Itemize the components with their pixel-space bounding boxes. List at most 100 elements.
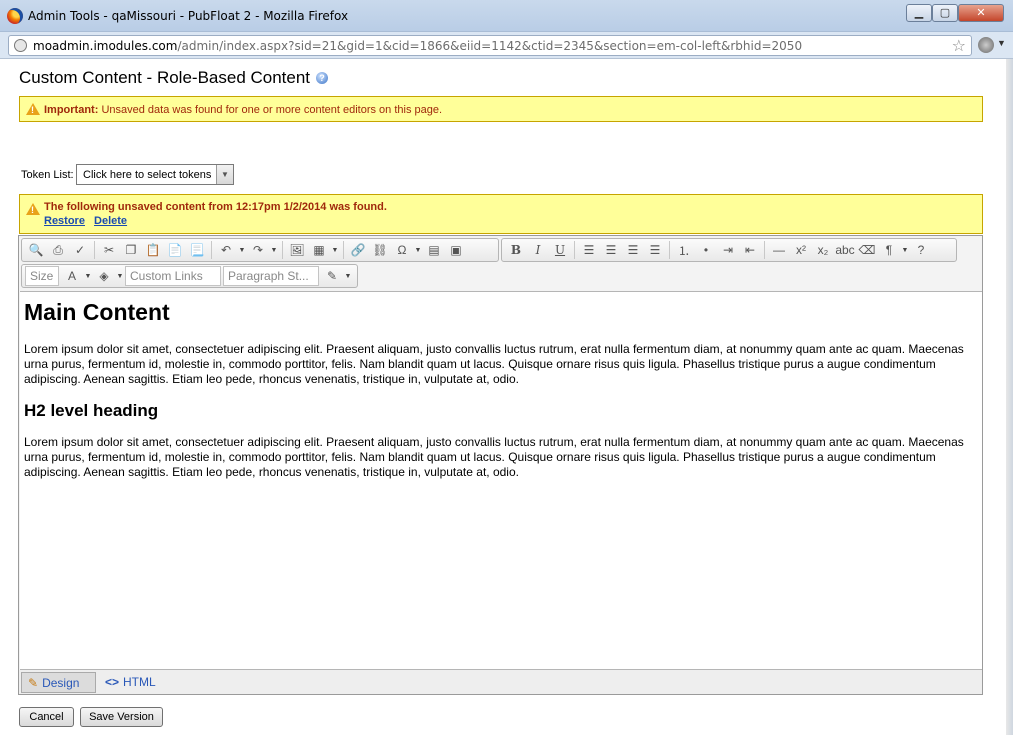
help-icon[interactable]: ? bbox=[316, 72, 329, 84]
warning-icon bbox=[26, 203, 40, 215]
copy-icon[interactable]: ❐ bbox=[120, 240, 142, 260]
chevron-down-icon[interactable]: ▼ bbox=[115, 266, 125, 286]
bulleted-list-icon[interactable]: • bbox=[695, 240, 717, 260]
restore-link[interactable]: Restore bbox=[44, 215, 85, 227]
superscript-icon[interactable]: x² bbox=[790, 240, 812, 260]
strikethrough-icon[interactable]: abc bbox=[834, 240, 856, 260]
paragraph-style-dropdown[interactable]: Paragraph St... bbox=[223, 266, 319, 286]
align-justify-icon[interactable]: ☰ bbox=[644, 240, 666, 260]
url-bar[interactable]: moadmin.imodules.com/admin/index.aspx?si… bbox=[8, 35, 972, 56]
warning-icon bbox=[26, 103, 40, 115]
toolbar-separator bbox=[574, 241, 575, 259]
restore-content-alert: The following unsaved content from 12:17… bbox=[19, 194, 983, 234]
omega-icon[interactable]: Ω bbox=[391, 240, 413, 260]
align-right-icon[interactable]: ☰ bbox=[622, 240, 644, 260]
toolbar-separator bbox=[282, 241, 283, 259]
site-identity-icon[interactable] bbox=[14, 39, 27, 52]
alert-prefix: Important: bbox=[44, 104, 99, 116]
align-left-icon[interactable]: ☰ bbox=[578, 240, 600, 260]
restore-links: Restore Delete bbox=[44, 215, 133, 227]
chevron-down-icon[interactable]: ▼ bbox=[330, 240, 340, 260]
bold-button[interactable]: B bbox=[505, 240, 527, 260]
chevron-down-icon[interactable]: ▼ bbox=[900, 240, 910, 260]
editor-content-area[interactable]: Main Content Lorem ipsum dolor sit amet,… bbox=[20, 291, 982, 670]
numbered-list-icon[interactable]: ⒈ bbox=[673, 240, 695, 260]
unsaved-data-alert: Important: Unsaved data was found for on… bbox=[19, 96, 983, 122]
toolbar-separator bbox=[211, 241, 212, 259]
insert-media-icon[interactable]: ▣ bbox=[445, 240, 467, 260]
horizontal-rule-icon[interactable]: ― bbox=[768, 240, 790, 260]
toolbar-separator bbox=[669, 241, 670, 259]
close-window-button[interactable]: ✕ bbox=[958, 4, 1004, 22]
toolbar-group-edit: 🔍 ⎙ ✓ ✂ ❐ 📋 📄 📃 ↶ ▼ ↷ ▼ 🖼 ▦ ▼ 🔗 ⛓ Ω ▼ ▤ … bbox=[21, 238, 499, 262]
tab-design[interactable]: ✎ Design bbox=[21, 672, 96, 693]
bookmark-star-icon[interactable]: ☆ bbox=[952, 36, 966, 56]
paste-plain-icon[interactable]: 📃 bbox=[186, 240, 208, 260]
page-title: Custom Content - Role-Based Content? bbox=[19, 68, 329, 88]
table-icon[interactable]: ▦ bbox=[308, 240, 330, 260]
tab-html[interactable]: <> HTML bbox=[99, 672, 162, 693]
toolbar-separator bbox=[94, 241, 95, 259]
cut-icon[interactable]: ✂ bbox=[98, 240, 120, 260]
insert-symbol-icon[interactable]: ▤ bbox=[423, 240, 445, 260]
chevron-down-icon[interactable]: ▼ bbox=[216, 165, 233, 184]
firefox-logo-icon bbox=[7, 8, 23, 24]
page-title-text: Custom Content - Role-Based Content bbox=[19, 68, 311, 87]
url-path: /admin/index.aspx?sid=21&gid=1&cid=1866&… bbox=[177, 39, 803, 53]
paste-icon[interactable]: 📋 bbox=[142, 240, 164, 260]
delete-link[interactable]: Delete bbox=[94, 215, 127, 227]
chevron-down-icon[interactable]: ▼ bbox=[83, 266, 93, 286]
undo-icon[interactable]: ↶ bbox=[215, 240, 237, 260]
pencil-icon: ✎ bbox=[28, 676, 39, 690]
maximize-button[interactable]: ▢ bbox=[932, 4, 958, 22]
content-paragraph-2: Lorem ipsum dolor sit amet, consectetuer… bbox=[24, 435, 964, 479]
code-icon: <> bbox=[105, 675, 120, 689]
editor-help-icon[interactable]: ? bbox=[910, 240, 932, 260]
toolbar-separator bbox=[343, 241, 344, 259]
save-version-button[interactable]: Save Version bbox=[80, 707, 163, 727]
token-list-select[interactable]: Click here to select tokens ▼ bbox=[76, 164, 234, 185]
toolbar-separator bbox=[764, 241, 765, 259]
cancel-button[interactable]: Cancel bbox=[19, 707, 74, 727]
custom-links-dropdown[interactable]: Custom Links bbox=[125, 266, 221, 286]
window-edge bbox=[1006, 59, 1013, 735]
font-color-icon[interactable]: A bbox=[61, 266, 83, 286]
font-size-dropdown[interactable]: Size bbox=[25, 266, 59, 286]
underline-button[interactable]: U bbox=[549, 240, 571, 260]
redo-icon[interactable]: ↷ bbox=[247, 240, 269, 260]
token-list-label: Token List: bbox=[21, 169, 74, 181]
alert-text: Important: Unsaved data was found for on… bbox=[44, 104, 442, 116]
editor-mode-bar: ✎ Design <> HTML bbox=[19, 670, 982, 694]
chevron-down-icon[interactable]: ▼ bbox=[997, 38, 1006, 48]
subscript-icon[interactable]: x₂ bbox=[812, 240, 834, 260]
paragraph-mark-icon[interactable]: ¶ bbox=[878, 240, 900, 260]
content-heading-1: Main Content bbox=[24, 299, 170, 325]
chevron-down-icon[interactable]: ▼ bbox=[237, 240, 247, 260]
paste-from-word-icon[interactable]: 📄 bbox=[164, 240, 186, 260]
url-text: moadmin.imodules.com/admin/index.aspx?si… bbox=[33, 39, 802, 53]
print-icon[interactable]: ⎙ bbox=[47, 240, 69, 260]
toolbar-group-format: B I U ☰ ☰ ☰ ☰ ⒈ • ⇥ ⇤ ― x² x₂ abc ⌫ ¶ ▼ … bbox=[501, 238, 957, 262]
hyperlink-icon[interactable]: 🔗 bbox=[347, 240, 369, 260]
apply-class-icon[interactable]: ✎ bbox=[321, 266, 343, 286]
chevron-down-icon[interactable]: ▼ bbox=[269, 240, 279, 260]
chevron-down-icon[interactable]: ▼ bbox=[343, 266, 353, 286]
background-color-icon[interactable]: ◈ bbox=[93, 266, 115, 286]
minimize-button[interactable]: ▁ bbox=[906, 4, 932, 22]
find-replace-icon[interactable]: 🔍 bbox=[25, 240, 47, 260]
url-host: moadmin.imodules.com bbox=[33, 39, 178, 53]
format-stripper-icon[interactable]: ⌫ bbox=[856, 240, 878, 260]
toolbar-group-styles: Size A ▼ ◈ ▼ Custom Links Paragraph St..… bbox=[21, 264, 358, 288]
outdent-icon[interactable]: ⇤ bbox=[739, 240, 761, 260]
addon-icon[interactable] bbox=[978, 37, 994, 53]
align-center-icon[interactable]: ☰ bbox=[600, 240, 622, 260]
remove-link-icon[interactable]: ⛓ bbox=[369, 240, 391, 260]
chevron-down-icon[interactable]: ▼ bbox=[413, 240, 423, 260]
alert-message: Unsaved data was found for one or more c… bbox=[101, 104, 443, 116]
italic-button[interactable]: I bbox=[527, 240, 549, 260]
spellcheck-icon[interactable]: ✓ bbox=[69, 240, 91, 260]
window-title: Admin Tools - qaMissouri - PubFloat 2 - … bbox=[28, 9, 349, 23]
image-manager-icon[interactable]: 🖼 bbox=[286, 240, 308, 260]
indent-icon[interactable]: ⇥ bbox=[717, 240, 739, 260]
content-paragraph-1: Lorem ipsum dolor sit amet, consectetuer… bbox=[24, 342, 964, 386]
